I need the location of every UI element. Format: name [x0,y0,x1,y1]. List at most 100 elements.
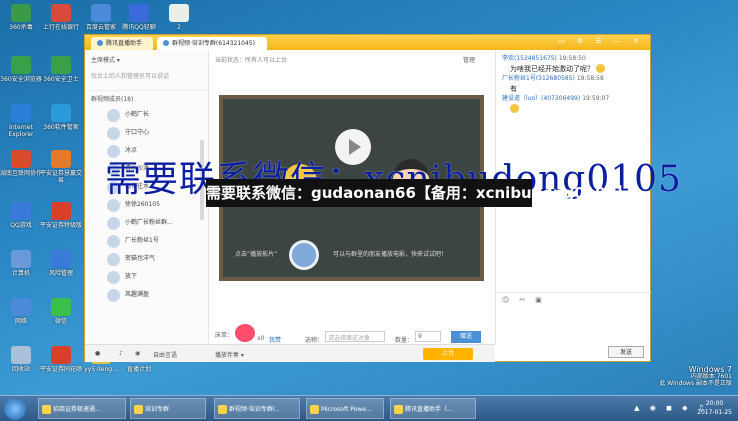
desktop-icon[interactable]: 2 [158,4,200,31]
message-text: 为啥我已经开始激动了呢？ [502,64,644,74]
app-icon [11,250,31,268]
taskbar-item[interactable]: 腾讯直播助手（... [390,398,476,419]
like-link[interactable]: 我赞 [269,335,281,344]
desktop-icon[interactable]: 风险管理 [40,250,82,277]
emoji-icon [510,104,519,113]
free-talk-button[interactable]: 自由言语 [153,350,177,359]
desktop-icon[interactable]: 360杀毒 [0,4,42,31]
app-icon [51,346,71,364]
desktop-icon[interactable]: QQ游戏 [0,202,42,229]
app-icon [51,298,71,316]
quantity-select[interactable]: 9 [415,331,441,342]
members-header: 群视频成员(18) [85,90,208,106]
app-icon [11,202,31,220]
gift-label: 选物： [305,337,324,344]
list-item[interactable]: 密猫也洋气 [85,250,208,268]
gift-target-select[interactable]: 请选择赠送对象 [325,331,385,342]
send-button[interactable]: 发送 [608,346,644,358]
app-icon [11,4,31,22]
app-icon [51,4,71,22]
app-icon [11,346,31,364]
taskbar-item[interactable]: 招商证券极速通... [38,398,126,419]
taskbar-item[interactable]: 培训专群 [130,398,206,419]
user-avatar[interactable]: ● [95,350,100,357]
group-icon [163,40,169,46]
message-time: 19:59:07 [582,95,610,102]
play-movie-hint: 点击“播放影片” [235,251,278,258]
emoji-icon [596,64,606,73]
quantity-label: 数量： [395,337,414,344]
go-on-stage-button[interactable]: 上台 [423,348,473,360]
taskbar-item[interactable]: 群视频·培训专群(... [214,398,300,419]
avatar [107,217,120,230]
desktop-icon[interactable]: 湖南互联网协作 [0,150,42,177]
tab-group-video[interactable]: 群视频·培训专群(614321045) [157,37,267,50]
desktop-icon[interactable]: 平安证券同花顺 [40,346,82,373]
app-icon [51,250,71,268]
list-item[interactable]: 厂长粉丝1号 [85,232,208,250]
window-controls[interactable]: ▭ ⚙ ☰ — ✕ [558,37,644,45]
list-item[interactable]: 放下 [85,268,208,286]
desktop-icon[interactable]: 微信 [40,298,82,325]
message-sender[interactable]: 李欢(1524851675) [502,55,557,62]
like-count: x0 [257,335,265,342]
desktop-icon[interactable]: 平安证券慧赢交易 [40,150,82,184]
message-sender[interactable]: 厂长粉丝1号(312680585) [502,75,575,82]
app-icon [11,150,31,168]
desktop-icon[interactable]: 平安证券特级版 [40,202,82,229]
list-item[interactable]: 守口守心 [85,124,208,142]
desktop-icon[interactable]: 360安全浏览器 [0,56,42,83]
desktop-icon[interactable]: 360软件管家 [40,104,82,131]
desktop-icon[interactable]: Internet Explorer [0,104,42,138]
taskbar-item[interactable]: Microsoft Powe... [306,398,384,419]
start-button[interactable] [4,398,26,420]
play-movie-button[interactable] [289,240,319,270]
app-icon [11,104,31,122]
playback-select[interactable]: 播放伴奏 ▾ [215,350,244,359]
list-item[interactable]: 小鹤厂长粉丝群... [85,214,208,232]
desktop-icon[interactable]: 回收站 [0,346,42,373]
avatar [107,271,120,284]
app-icon [51,104,71,122]
image-icon[interactable]: ▣ [535,296,552,304]
message-time: 19:58:58 [576,75,604,82]
chat-message: 厂长粉丝1号(312680585) 19:58:58 有 [496,74,650,94]
avatar [107,235,120,248]
desktop-icon[interactable]: 网络 [0,298,42,325]
app-icon [11,56,31,74]
desktop-icon[interactable]: 计算机 [0,250,42,277]
desktop-icon[interactable]: 腾讯QQ轻聊 [118,4,160,31]
desktop-icon[interactable]: 百度云管家 [80,4,122,31]
chat-message: 建设道（luo）(407306499) 19:59:07 [496,94,650,114]
manage-button[interactable]: 管理 [463,55,475,64]
emoji-picker-icon[interactable]: ☺ [502,296,519,304]
avatar [107,289,120,302]
message-text: 有 [510,85,517,93]
app-icon [129,4,149,22]
app-icon [51,56,71,74]
microphone-icon[interactable]: ♪ [119,350,123,357]
title-bar[interactable]: 腾讯直播助手 群视频·培训专群(614321045) ▭ ⚙ ☰ — ✕ [85,35,650,50]
mode-notice: 仅台上的人和管理员可以说话 [91,73,170,80]
speaker-icon[interactable]: ◉ [135,350,140,357]
app-icon [51,202,71,220]
scissors-icon[interactable]: ✂ [519,296,535,304]
desktop-icon[interactable]: 360安全卫士 [40,56,82,83]
chat-toolbar: ☺✂▣ [496,292,651,306]
app-icon [11,298,31,316]
stage-status: 当前状态：所有人可以上台 [215,57,288,64]
like-label: 床单： [215,332,234,339]
list-item[interactable]: 风趣满盈 [85,286,208,304]
message-sender[interactable]: 建设道（luo）(407306499) [502,95,580,102]
watermark-banner: 需要联系微信：gudaonan66【备用：xcnibudong0105】 [206,179,631,207]
list-item[interactable]: 小鹤厂长 [85,106,208,124]
play-movie-description: 可以与群里的朋友播放电影，快来试试吧！ [333,251,448,258]
desktop-icon[interactable]: 上行在线银行 [40,4,82,31]
clock[interactable]: 20:00 2017-01-25 [697,399,732,417]
app-icon [51,150,71,168]
send-gift-button[interactable]: 赠送 [451,331,481,343]
tab-live-assistant[interactable]: 腾讯直播助手 [91,37,153,50]
mode-select[interactable]: 主席模式 ▾ [85,50,208,69]
chat-message: 李欢(1524851675) 19:58:50 为啥我已经开始激动了呢？ [496,54,650,74]
heart-icon[interactable] [235,324,255,342]
